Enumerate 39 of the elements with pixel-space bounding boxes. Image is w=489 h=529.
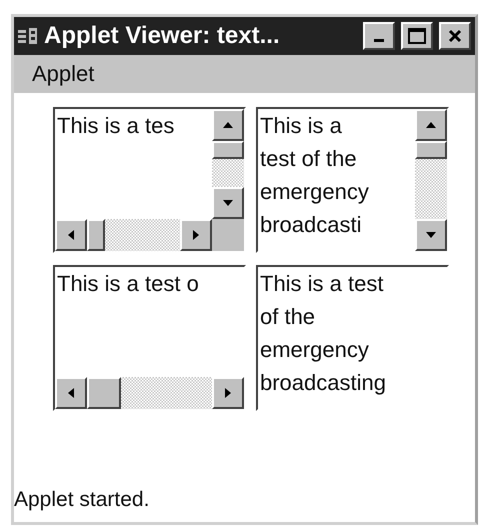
scroll-right-button[interactable] <box>180 219 212 251</box>
minimize-button[interactable] <box>363 22 395 50</box>
horizontal-scrollbar[interactable] <box>55 377 244 409</box>
up-arrow-icon <box>222 120 234 130</box>
down-arrow-icon <box>425 230 437 240</box>
window-icon <box>18 27 38 45</box>
vertical-scrollbar[interactable] <box>212 109 244 219</box>
scroll-thumb[interactable] <box>212 141 244 159</box>
scroll-right-button[interactable] <box>212 377 244 409</box>
scroll-up-button[interactable] <box>415 109 447 141</box>
up-arrow-icon <box>425 120 437 130</box>
maximize-icon <box>408 28 426 44</box>
left-arrow-icon <box>66 387 76 399</box>
close-button[interactable] <box>439 22 471 50</box>
down-arrow-icon <box>222 198 234 208</box>
scroll-down-button[interactable] <box>415 219 447 251</box>
left-arrow-icon <box>66 229 76 241</box>
text-area[interactable]: This is a test o <box>55 267 244 377</box>
menu-item[interactable]: Applet <box>32 61 94 87</box>
scroll-thumb[interactable] <box>87 377 121 409</box>
scroll-down-button[interactable] <box>212 187 244 219</box>
scrollbar-corner <box>212 219 244 251</box>
scroll-left-button[interactable] <box>55 219 87 251</box>
right-arrow-icon <box>223 387 233 399</box>
right-arrow-icon <box>191 229 201 241</box>
minimize-icon <box>374 39 384 42</box>
scroll-thumb[interactable] <box>415 141 447 159</box>
scroll-thumb[interactable] <box>87 219 105 251</box>
vertical-scrollbar[interactable] <box>415 109 447 251</box>
window-title: Applet Viewer: text... <box>44 22 281 50</box>
text-area[interactable]: This is a test of the emergency broadcasti <box>258 109 415 251</box>
scroll-left-button[interactable] <box>55 377 87 409</box>
text-area[interactable]: This is a test of the emergency broadcasting <box>258 267 447 409</box>
maximize-button[interactable] <box>401 22 433 50</box>
close-icon <box>448 29 462 43</box>
status-text: Applet started. <box>14 488 150 512</box>
horizontal-scrollbar[interactable] <box>55 219 212 251</box>
text-area[interactable]: This is a tes <box>55 109 212 219</box>
scroll-up-button[interactable] <box>212 109 244 141</box>
